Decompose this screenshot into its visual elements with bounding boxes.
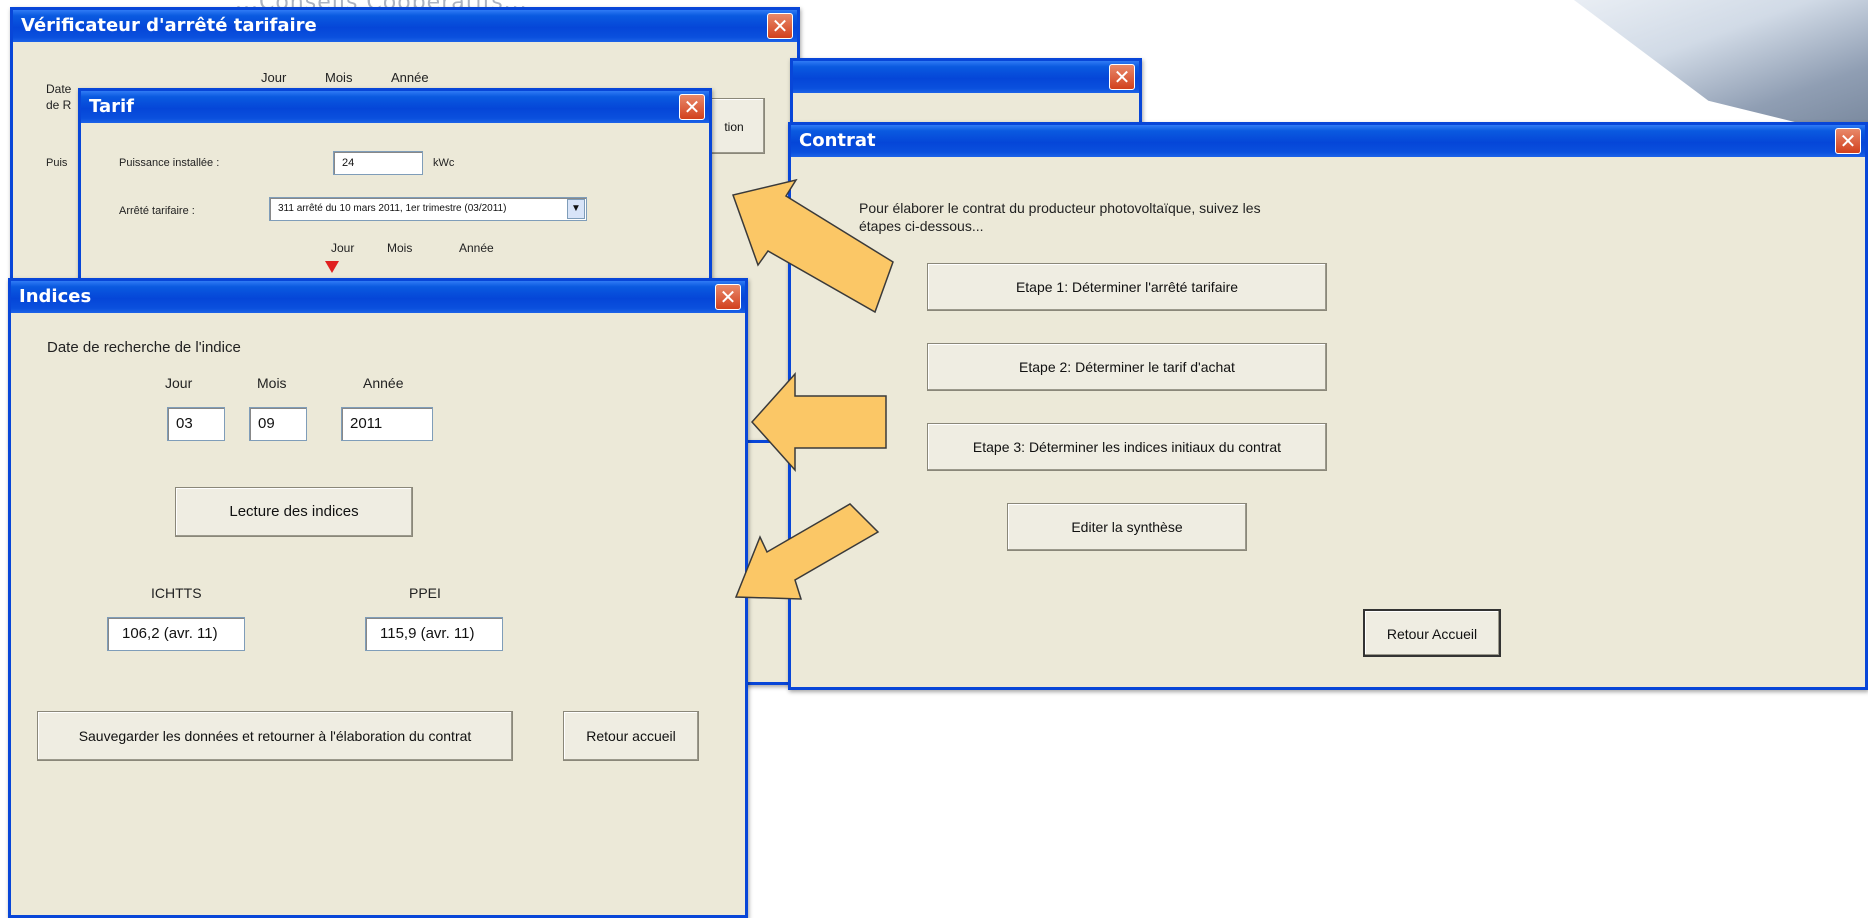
- indices-title: Indices: [19, 286, 92, 307]
- indices-mois-input[interactable]: 09: [249, 407, 307, 441]
- ichtts-label: ICHTTS: [151, 585, 202, 601]
- tarif-col-annee: Année: [459, 241, 494, 255]
- retour-accueil-button[interactable]: Retour Accueil: [1363, 609, 1501, 657]
- contrat-title: Contrat: [799, 130, 876, 151]
- tarif-arrete-value: 311 arrêté du 10 mars 2011, 1er trimestr…: [278, 203, 507, 214]
- retour-accueil-indices-button[interactable]: Retour accueil: [563, 711, 699, 761]
- tarif-title: Tarif: [89, 96, 134, 117]
- close-icon[interactable]: ✕: [715, 284, 741, 310]
- lecture-indices-button[interactable]: Lecture des indices: [175, 487, 413, 537]
- close-icon[interactable]: ✕: [767, 13, 793, 39]
- close-icon[interactable]: ✕: [1835, 128, 1861, 154]
- tarif-titlebar: Tarif ✕: [81, 91, 709, 123]
- indices-col-jour: Jour: [165, 375, 193, 391]
- close-icon[interactable]: ✕: [1109, 64, 1135, 90]
- verif-col-annee: Année: [391, 70, 429, 85]
- close-icon[interactable]: ✕: [679, 94, 705, 120]
- tarif-puissance-input[interactable]: 24: [333, 151, 423, 175]
- verificateur-titlebar: Vérificateur d'arrêté tarifaire ✕: [13, 10, 797, 42]
- indices-window: Indices ✕ Date de recherche de l'indice …: [8, 278, 748, 918]
- verif-action-button[interactable]: tion: [703, 98, 765, 154]
- ppei-label: PPEI: [409, 585, 441, 601]
- etape1-button[interactable]: Etape 1: Déterminer l'arrêté tarifaire: [927, 263, 1327, 311]
- tarif-col-jour: Jour: [331, 241, 355, 255]
- etape3-button[interactable]: Etape 3: Déterminer les indices initiaux…: [927, 423, 1327, 471]
- verif-puis-label: Puis: [46, 157, 68, 169]
- indices-jour-input[interactable]: 03: [167, 407, 225, 441]
- partial-window-label: r l'ar: [745, 571, 774, 588]
- ppei-value-field[interactable]: 115,9 (avr. 11): [365, 617, 503, 651]
- tarif-puissance-unit: kWc: [433, 157, 455, 169]
- tarif-col-mois: Mois: [387, 241, 413, 255]
- verificateur-title: Vérificateur d'arrêté tarifaire: [21, 15, 317, 36]
- verif-date-label: Date: [46, 82, 72, 96]
- verif-col-mois: Mois: [325, 70, 353, 85]
- verif-de-label: de R: [46, 98, 72, 112]
- contrat-window: Contrat ✕ Pour élaborer le contrat du pr…: [788, 122, 1868, 690]
- contrat-titlebar: Contrat ✕: [791, 125, 1865, 157]
- indices-titlebar: Indices ✕: [11, 281, 745, 313]
- dropdown-arrow-icon[interactable]: ▼: [567, 199, 585, 219]
- indices-col-annee: Année: [363, 375, 404, 391]
- tarif-warning-marker: [325, 261, 339, 273]
- background-window-titlebar: ✕: [793, 61, 1139, 93]
- indices-date-label: Date de recherche de l'indice: [47, 339, 241, 356]
- tarif-arrete-select[interactable]: 311 arrêté du 10 mars 2011, 1er trimestr…: [269, 197, 587, 221]
- tarif-window: Tarif ✕ Puissance installée : 24 kWc Arr…: [78, 88, 712, 288]
- background-graphic: [1574, 0, 1868, 140]
- verif-col-jour: Jour: [261, 70, 287, 85]
- indices-col-mois: Mois: [257, 375, 287, 391]
- editer-synthese-button[interactable]: Editer la synthèse: [1007, 503, 1247, 551]
- tarif-puissance-label: Puissance installée :: [119, 157, 220, 169]
- etape2-button[interactable]: Etape 2: Déterminer le tarif d'achat: [927, 343, 1327, 391]
- sauvegarder-button[interactable]: Sauvegarder les données et retourner à l…: [37, 711, 513, 761]
- indices-annee-input[interactable]: 2011: [341, 407, 433, 441]
- tarif-arrete-label: Arrêté tarifaire :: [119, 205, 195, 217]
- ichtts-value-field[interactable]: 106,2 (avr. 11): [107, 617, 245, 651]
- contrat-intro: Pour élaborer le contrat du producteur p…: [859, 200, 1261, 234]
